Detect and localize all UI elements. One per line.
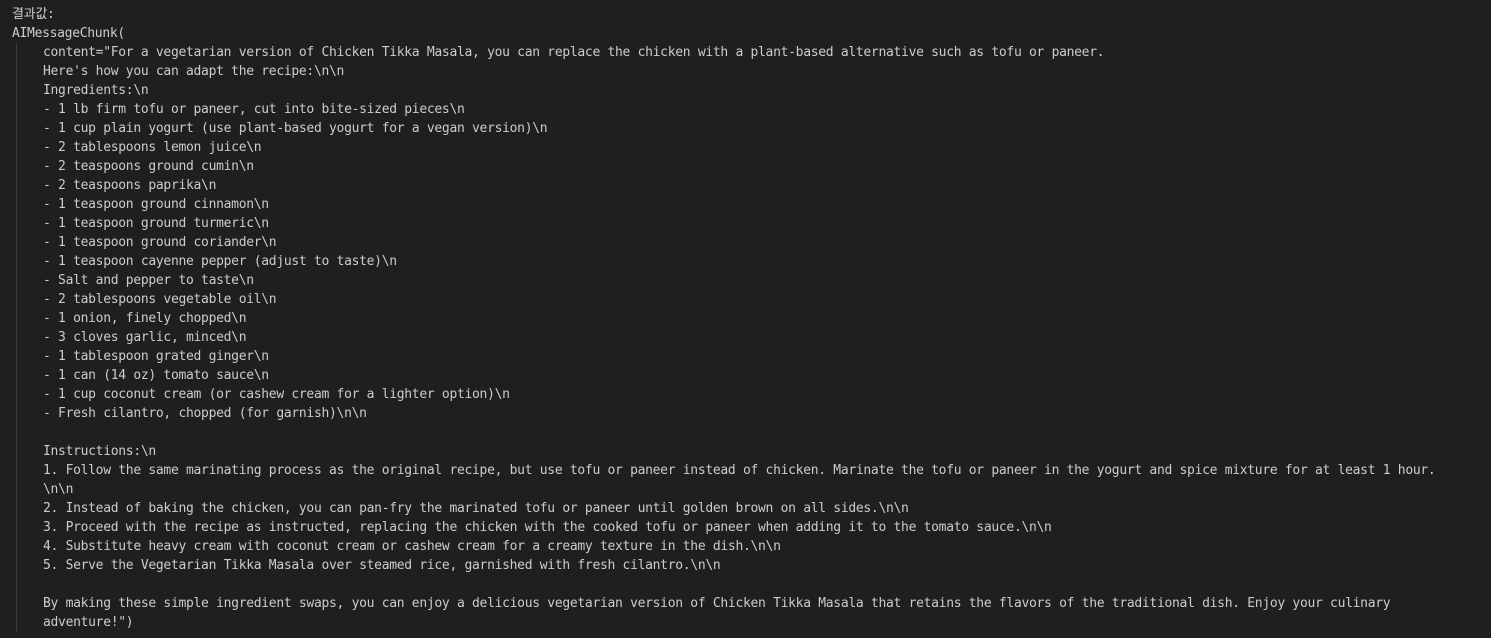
ingredient-line: - 1 lb firm tofu or paneer, cut into bit… [43, 102, 465, 117]
ingredient-line: - 2 teaspoons ground cumin\n [43, 159, 254, 174]
ingredient-line: - Fresh cilantro, chopped (for garnish)\… [43, 406, 367, 421]
instruction-line: 4. Substitute heavy cream with coconut c… [43, 539, 781, 554]
ingredient-line: - 1 teaspoon ground turmeric\n [43, 216, 269, 231]
closing-line: By making these simple ingredient swaps,… [43, 596, 1391, 611]
ingredient-line: - 1 cup plain yogurt (use plant-based yo… [43, 121, 548, 136]
ingredient-line: - 2 tablespoons lemon juice\n [43, 140, 262, 155]
instruction-line: \n\n [43, 482, 74, 497]
ingredient-line: - Salt and pepper to taste\n [43, 273, 254, 288]
ingredient-line: - 1 teaspoon ground coriander\n [43, 235, 277, 250]
instructions-heading: Instructions:\n [43, 444, 156, 459]
ingredient-line: - 1 teaspoon cayenne pepper (adjust to t… [43, 254, 397, 269]
ingredient-line: - 1 onion, finely chopped\n [43, 311, 247, 326]
content-block: content="For a vegetarian version of Chi… [12, 43, 1491, 632]
cell-output: 결과값: AIMessageChunk( content="For a vege… [12, 5, 1491, 632]
ingredient-line: - 3 cloves garlic, minced\n [43, 330, 247, 345]
ingredient-line: - 2 tablespoons vegetable oil\n [43, 292, 277, 307]
class-open-line: AIMessageChunk( [12, 26, 125, 41]
instruction-line: 3. Proceed with the recipe as instructed… [43, 520, 1052, 535]
output-label: 결과값: [12, 7, 55, 22]
content-line: Ingredients:\n [43, 83, 149, 98]
ingredient-line: - 2 teaspoons paprika\n [43, 178, 217, 193]
instruction-line: 5. Serve the Vegetarian Tikka Masala ove… [43, 558, 721, 573]
output-panel: { "output": { "label": "결과값:", "class_op… [0, 0, 1491, 638]
closing-line: adventure!") [43, 615, 134, 630]
instruction-line: 1. Follow the same marinating process as… [43, 463, 1436, 478]
indent-guide [16, 43, 17, 632]
instruction-line: 2. Instead of baking the chicken, you ca… [43, 501, 909, 516]
ingredient-line: - 1 tablespoon grated ginger\n [43, 349, 269, 364]
ingredient-line: - 1 cup coconut cream (or cashew cream f… [43, 387, 510, 402]
content-line: Here's how you can adapt the recipe:\n\n [43, 64, 345, 79]
ingredient-line: - 1 teaspoon ground cinnamon\n [43, 197, 269, 212]
content-line: content="For a vegetarian version of Chi… [43, 45, 1105, 60]
ingredient-line: - 1 can (14 oz) tomato sauce\n [43, 368, 269, 383]
